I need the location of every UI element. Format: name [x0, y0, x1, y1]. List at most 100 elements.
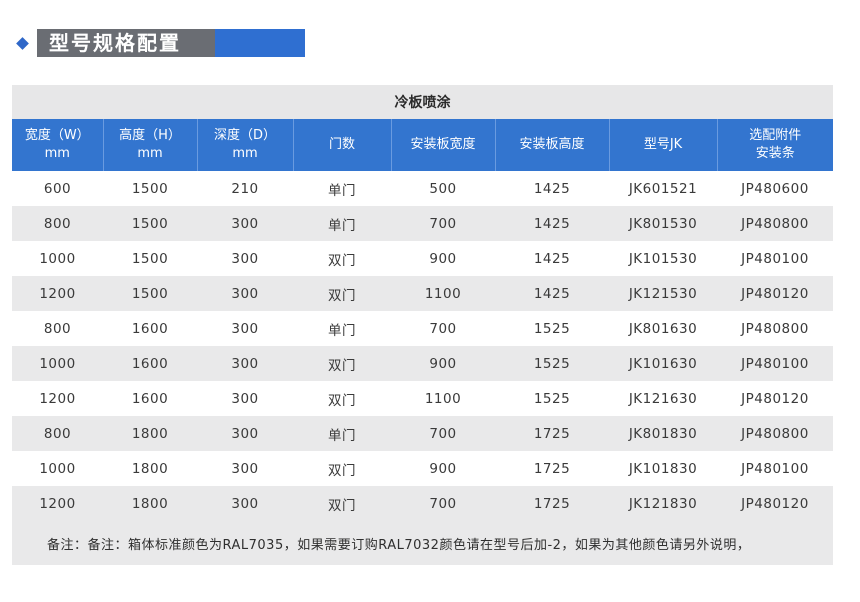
table-cell: 300 [197, 416, 293, 451]
column-header: 安装板宽度 [390, 119, 495, 171]
table-cell: JP480800 [717, 416, 833, 451]
table-cell: 900 [391, 241, 495, 276]
table-cell: JK601521 [609, 171, 717, 206]
table-cell: 800 [12, 311, 103, 346]
table-cell: JP480120 [717, 486, 833, 521]
column-header-label: 型号JK [643, 137, 683, 152]
table-cell: 1500 [103, 171, 197, 206]
column-header: 门数 [292, 119, 391, 171]
table-cell: JK801830 [609, 416, 717, 451]
table-cell: 700 [391, 416, 495, 451]
table-cell: 1600 [103, 311, 197, 346]
table-row: 1200 1500 300 双门 1100 1425 JK121530 JP480120 [12, 276, 833, 311]
table-row: 1200 1800 300 双门 700 1725 JK121830 JP480120 [12, 486, 833, 521]
table-cell: 300 [197, 451, 293, 486]
diamond-icon [16, 36, 29, 50]
table-cell: JK101630 [609, 346, 717, 381]
table-cell: 1800 [103, 416, 197, 451]
table-cell: 1000 [12, 451, 103, 486]
table-row: 1000 1800 300 双门 900 1725 JK101830 JP480100 [12, 451, 833, 486]
table-cell: 1600 [103, 381, 197, 416]
table-cell: 700 [391, 206, 495, 241]
column-header-label: 安装板高度 [519, 137, 585, 152]
table-cell: 300 [197, 486, 293, 521]
section-title: 型号规格配置 [37, 29, 215, 57]
table-cell: 1500 [103, 241, 197, 276]
section-heading: 型号规格配置 [16, 29, 305, 57]
table-row: 600 1500 210 单门 500 1425 JK601521 JP480600 [12, 171, 833, 206]
table-cell: 300 [197, 276, 293, 311]
table-cell: JP480800 [717, 311, 833, 346]
table-row: 1000 1600 300 双门 900 1525 JK101630 JP480100 [12, 346, 833, 381]
table-cell: 700 [391, 311, 495, 346]
table-cell: 1425 [495, 171, 609, 206]
table-cell: 1525 [495, 346, 609, 381]
column-header-sublabel: mm [44, 146, 70, 161]
table-cell: 1200 [12, 381, 103, 416]
table-cell: 1200 [12, 486, 103, 521]
table-cell: 1525 [495, 311, 609, 346]
table-cell: 1000 [12, 346, 103, 381]
table-cell: JK121530 [609, 276, 717, 311]
title-accent-bar [215, 29, 305, 57]
table-cell: 1200 [12, 276, 103, 311]
table-row: 800 1800 300 单门 700 1725 JK801830 JP480800 [12, 416, 833, 451]
table-cell: 900 [391, 451, 495, 486]
column-header-label: 门数 [328, 137, 355, 152]
column-header-label: 高度（H） [119, 128, 181, 143]
table-row: 800 1500 300 单门 700 1425 JK801530 JP480800 [12, 206, 833, 241]
table-caption: 冷板喷涂 [12, 85, 833, 119]
table-cell: 210 [197, 171, 293, 206]
column-header: 宽度（W） mm [12, 119, 103, 171]
table-cell: 单门 [293, 416, 391, 451]
spec-table: 冷板喷涂 宽度（W） mm 高度（H） mm 深度（D） mm 门数 安装板宽度 安装板高度 型号… [12, 85, 833, 565]
table-cell: JP480100 [717, 346, 833, 381]
table-cell: 600 [12, 171, 103, 206]
table-row: 1000 1500 300 双门 900 1425 JK101530 JP480100 [12, 241, 833, 276]
table-cell: 800 [12, 206, 103, 241]
column-header-label: 宽度（W） [24, 128, 90, 143]
table-cell: 1725 [495, 486, 609, 521]
table-cell: JP480120 [717, 276, 833, 311]
table-cell: 1725 [495, 451, 609, 486]
column-header: 选配附件 安装条 [716, 119, 833, 171]
column-header-label: 安装板宽度 [410, 137, 476, 152]
table-cell: JP480600 [717, 171, 833, 206]
table-cell: JK801530 [609, 206, 717, 241]
table-cell: JK121830 [609, 486, 717, 521]
table-cell: JK101830 [609, 451, 717, 486]
table-cell: 单门 [293, 311, 391, 346]
table-cell: JK121630 [609, 381, 717, 416]
table-cell: 1500 [103, 206, 197, 241]
table-cell: 1525 [495, 381, 609, 416]
table-cell: 1425 [495, 241, 609, 276]
table-cell: 1500 [103, 276, 197, 311]
table-note: 备注：备注：箱体标准颜色为RAL7035，如果需要订购RAL7032颜色请在型号… [12, 521, 833, 565]
table-cell: 1100 [391, 276, 495, 311]
table-cell: 双门 [293, 276, 391, 311]
column-header-sublabel: mm [137, 146, 163, 161]
table-cell: JK801630 [609, 311, 717, 346]
table-cell: 1425 [495, 206, 609, 241]
column-header: 高度（H） mm [102, 119, 197, 171]
table-cell: 1800 [103, 486, 197, 521]
column-header: 深度（D） mm [196, 119, 293, 171]
table-cell: 单门 [293, 206, 391, 241]
column-header-label: 深度（D） [213, 128, 276, 143]
table-cell: 双门 [293, 451, 391, 486]
table-cell: 1425 [495, 276, 609, 311]
column-header-sublabel: 安装条 [755, 146, 795, 161]
table-cell: 1100 [391, 381, 495, 416]
table-row: 1200 1600 300 双门 1100 1525 JK121630 JP480120 [12, 381, 833, 416]
table-cell: JP480100 [717, 241, 833, 276]
table-cell: 单门 [293, 171, 391, 206]
table-cell: 1600 [103, 346, 197, 381]
table-cell: 300 [197, 381, 293, 416]
table-cell: 300 [197, 241, 293, 276]
table-cell: 700 [391, 486, 495, 521]
column-header: 型号JK [608, 119, 717, 171]
table-cell: 双门 [293, 241, 391, 276]
table-cell: 双门 [293, 346, 391, 381]
table-cell: JP480100 [717, 451, 833, 486]
column-header: 安装板高度 [494, 119, 609, 171]
